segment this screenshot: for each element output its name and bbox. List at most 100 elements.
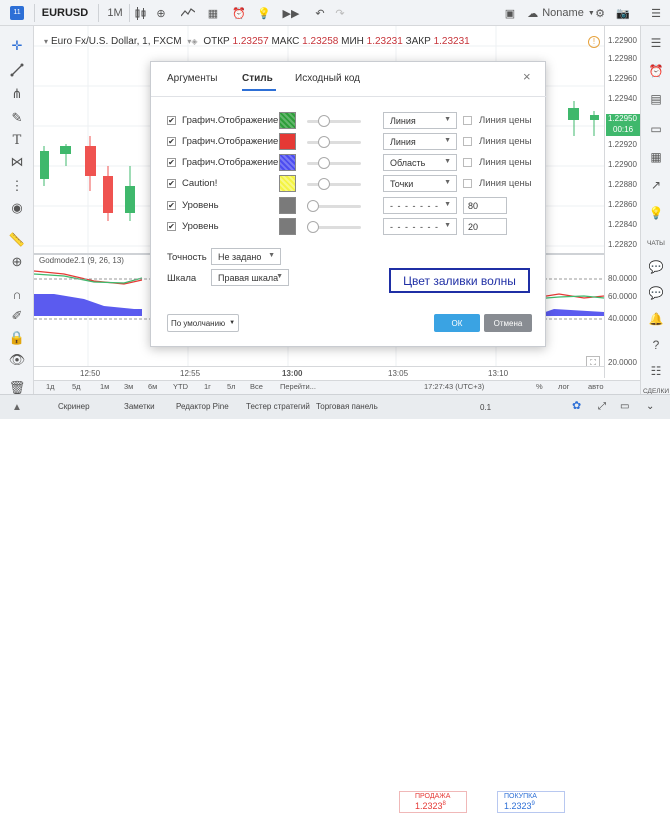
visibility-checkbox[interactable]: ✔ xyxy=(167,116,176,125)
collapse-icon[interactable]: ▾ xyxy=(44,37,48,46)
color-swatch[interactable] xyxy=(279,112,296,129)
color-swatch[interactable] xyxy=(279,154,296,171)
gear-icon[interactable]: ⚙ xyxy=(590,0,610,26)
visibility-checkbox[interactable]: ✔ xyxy=(167,222,176,231)
plot-style-select[interactable]: Линия ▼ xyxy=(383,133,457,150)
plot-style-select[interactable]: Область ▼ xyxy=(383,154,457,171)
chats-tab[interactable]: ЧАТЫ xyxy=(641,234,670,252)
visibility-checkbox[interactable]: ✔ xyxy=(167,158,176,167)
period-3m[interactable]: 3м xyxy=(124,382,133,391)
auto-toggle[interactable]: авто xyxy=(588,382,604,391)
defaults-button[interactable]: По умолчанию ▼ xyxy=(167,314,239,332)
opacity-slider[interactable] xyxy=(307,141,361,144)
settings-arrows-icon[interactable]: ▾◈ xyxy=(187,37,197,46)
tab-strategy-tester[interactable]: Тестер стратегий xyxy=(246,402,310,411)
line-style-select[interactable]: - - - - - - - ▼ xyxy=(383,218,457,235)
eye-icon[interactable]: 👁 xyxy=(0,350,34,370)
log-toggle[interactable]: лог xyxy=(558,382,569,391)
period-1m[interactable]: 1м xyxy=(100,382,109,391)
stay-drawing-icon[interactable]: ✐ xyxy=(0,306,34,326)
interval-button[interactable]: 1M xyxy=(103,0,127,26)
slider-handle[interactable] xyxy=(318,136,330,148)
maximize-panel-icon[interactable]: ⤢ xyxy=(598,401,606,412)
price-axis[interactable]: 1.22900 1.22980 1.22960 1.22940 1.22950 … xyxy=(604,26,640,378)
price-line-checkbox[interactable] xyxy=(463,179,472,188)
layout-icon[interactable]: ▣ xyxy=(500,0,520,26)
magnet-target-icon[interactable]: ◉ xyxy=(0,198,34,218)
slider-handle[interactable] xyxy=(318,178,330,190)
period-all[interactable]: Все xyxy=(250,382,263,391)
visibility-checkbox[interactable]: ✔ xyxy=(167,201,176,210)
alert-icon[interactable]: ⏰ xyxy=(228,0,250,26)
percent-toggle[interactable]: % xyxy=(536,382,543,391)
price-line-checkbox[interactable] xyxy=(463,137,472,146)
color-swatch[interactable] xyxy=(279,133,296,150)
lock-icon[interactable]: 🔒 xyxy=(0,328,34,348)
tab-style[interactable]: Стиль xyxy=(242,73,273,84)
plot-style-select[interactable]: Точки ▼ xyxy=(383,175,457,192)
chat-icon[interactable]: 💬 xyxy=(641,258,670,276)
level-value-input[interactable]: 80 xyxy=(463,197,507,214)
chevron-down-panel-icon[interactable]: ⌄ xyxy=(646,401,654,412)
alerts-side-icon[interactable]: ⏰ xyxy=(641,62,670,80)
time-axis[interactable]: 12:50 12:55 13:00 13:05 13:10 xyxy=(34,366,604,380)
clock[interactable]: 17:27:43 (UTC+3) xyxy=(424,382,484,391)
period-6m[interactable]: 6м xyxy=(148,382,157,391)
templates-icon[interactable]: ▦ xyxy=(202,0,224,26)
period-5y[interactable]: 5л xyxy=(227,382,236,391)
ideas-icon[interactable]: 💡 xyxy=(253,0,275,26)
pitchfork-icon[interactable]: ⋔ xyxy=(0,84,34,104)
visibility-checkbox[interactable]: ✔ xyxy=(167,137,176,146)
replay-icon[interactable]: ▶▶ xyxy=(280,0,302,26)
trend-line-icon[interactable] xyxy=(0,60,34,80)
slider-handle[interactable] xyxy=(318,157,330,169)
watchlist-icon[interactable]: ☰ xyxy=(644,0,668,26)
magnet-icon[interactable]: ∩ xyxy=(0,284,34,304)
indicator-legend[interactable]: Godmode2.1 (9, 26, 13) xyxy=(39,256,124,265)
pattern-icon[interactable]: ⋈ xyxy=(0,152,34,172)
compare-icon[interactable]: ⊕ xyxy=(151,0,171,26)
color-swatch[interactable] xyxy=(279,218,296,235)
price-line-checkbox[interactable] xyxy=(463,116,472,125)
period-5d[interactable]: 5д xyxy=(72,382,81,391)
ruler-icon[interactable]: 📏 xyxy=(0,230,34,250)
text-tool-icon[interactable]: T xyxy=(0,130,34,150)
line-style-select[interactable]: - - - - - - - ▼ xyxy=(383,197,457,214)
level-value-input[interactable]: 20 xyxy=(463,218,507,235)
visibility-checkbox[interactable]: ✔ xyxy=(167,179,176,188)
period-ytd[interactable]: YTD xyxy=(173,382,188,391)
goto-button[interactable]: Перейти... xyxy=(280,382,316,391)
color-swatch[interactable] xyxy=(279,197,296,214)
camera-icon[interactable]: 📷 xyxy=(612,0,634,26)
color-swatch[interactable] xyxy=(279,175,296,192)
scale-select[interactable]: Правая шкала ▼ xyxy=(211,269,289,286)
slider-handle[interactable] xyxy=(307,221,319,233)
precision-select[interactable]: Не задано ▼ xyxy=(211,248,281,265)
tab-notes[interactable]: Заметки xyxy=(124,402,155,411)
tab-source-code[interactable]: Исходный код xyxy=(295,73,360,84)
candles-icon[interactable] xyxy=(131,0,151,26)
price-line-checkbox[interactable] xyxy=(463,158,472,167)
menu-icon[interactable]: 11 xyxy=(4,0,30,26)
tab-arguments[interactable]: Аргументы xyxy=(167,73,218,84)
info-icon[interactable]: ! xyxy=(588,36,600,48)
undo-icon[interactable]: ↶ xyxy=(310,0,330,26)
data-window-icon[interactable]: ▭ xyxy=(641,120,670,138)
opacity-slider[interactable] xyxy=(307,120,361,123)
help-side-icon[interactable]: ? xyxy=(641,336,670,354)
close-icon[interactable]: × xyxy=(523,69,531,84)
tab-trading-panel[interactable]: Торговая панель xyxy=(316,402,378,411)
crosshair-icon[interactable]: ✛ xyxy=(0,36,34,56)
notifications-side-icon[interactable]: 🔔 xyxy=(641,310,670,328)
news-side-icon[interactable]: ▤ xyxy=(641,90,670,108)
period-1d[interactable]: 1д xyxy=(46,382,55,391)
chat-2-icon[interactable]: 💬 xyxy=(641,284,670,302)
broker-icon[interactable]: ✿ xyxy=(572,399,581,412)
ok-button[interactable]: ОК xyxy=(434,314,480,332)
indicators-icon[interactable] xyxy=(177,0,199,26)
slider-handle[interactable] xyxy=(318,115,330,127)
opacity-slider[interactable] xyxy=(307,162,361,165)
tab-pine-editor[interactable]: Редактор Pine xyxy=(176,402,229,411)
collapse-panel-icon[interactable]: ▲ xyxy=(0,395,34,420)
tab-screener[interactable]: Скринер xyxy=(58,402,90,411)
